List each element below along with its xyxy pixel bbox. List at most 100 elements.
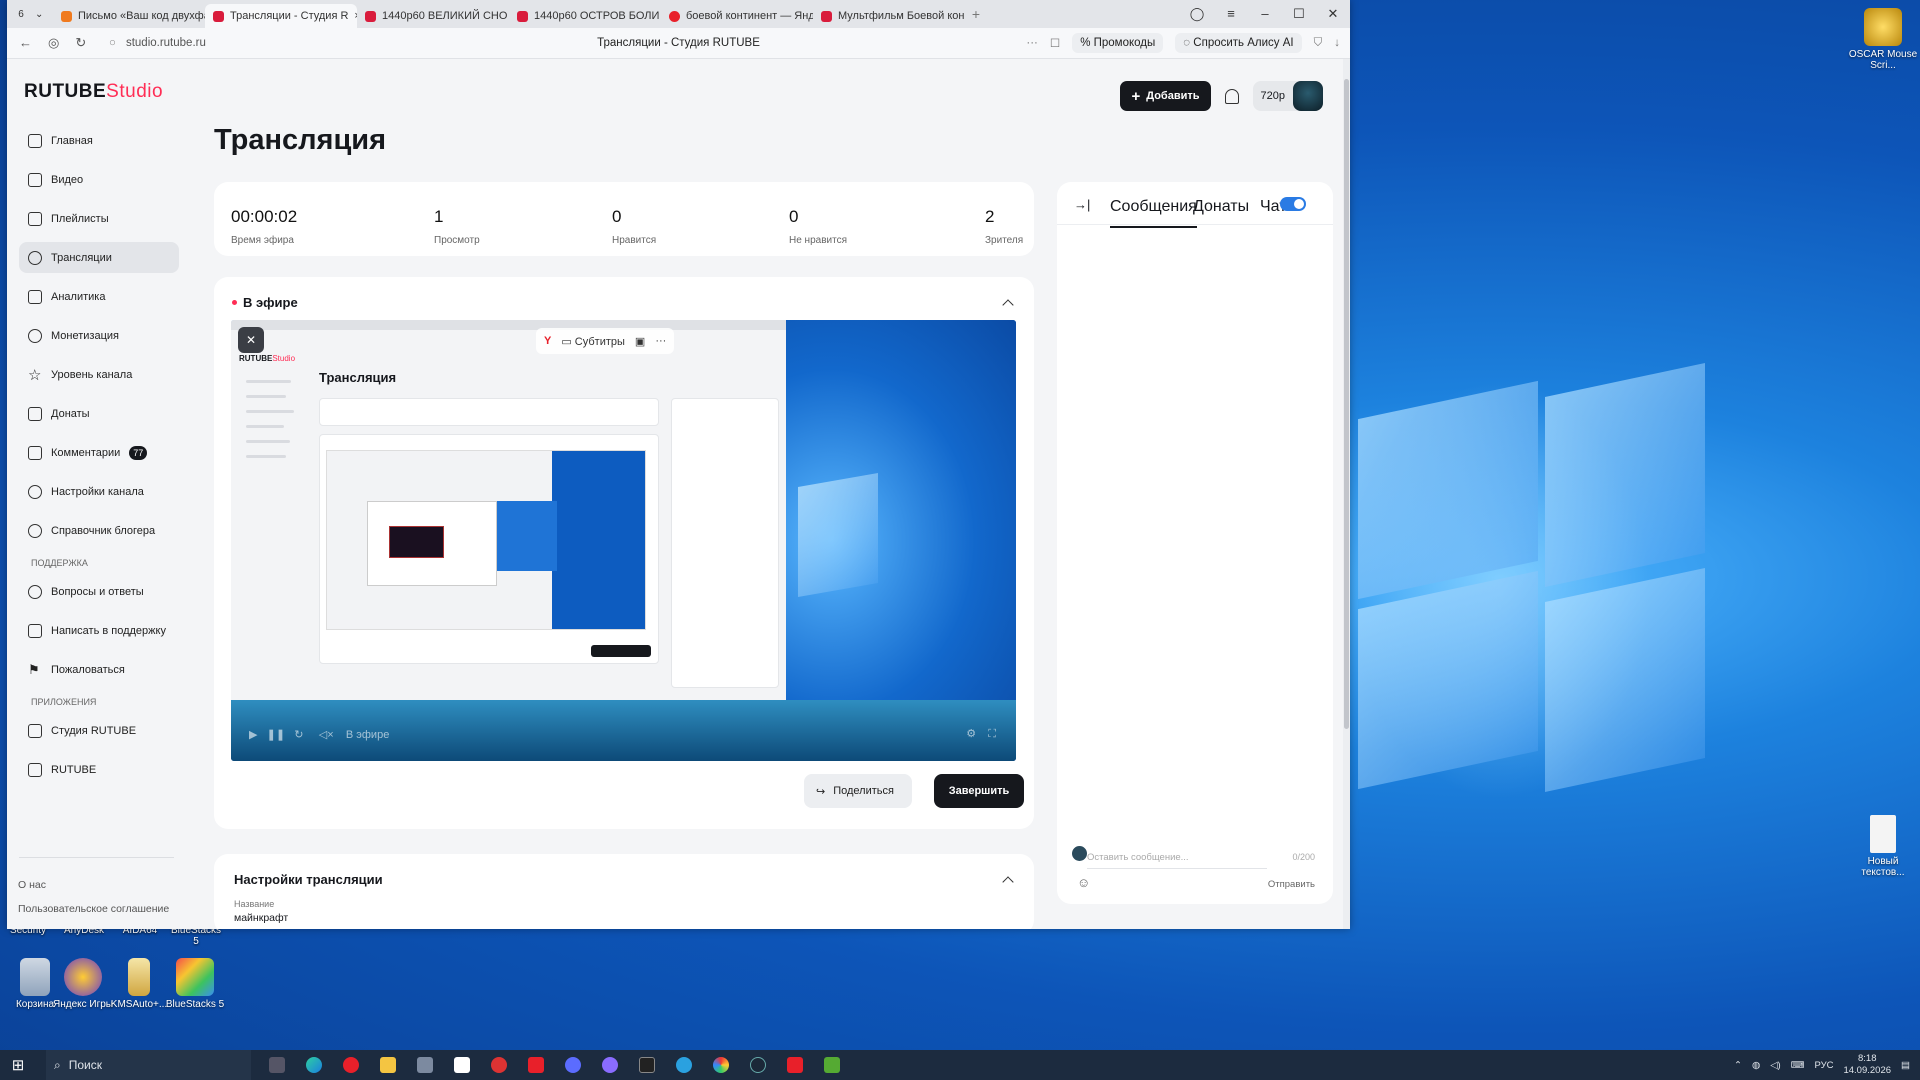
sidebar-item-analytics[interactable]: Аналитика: [19, 281, 179, 312]
edge-icon[interactable]: [306, 1057, 322, 1073]
reload-icon[interactable]: ↻: [75, 35, 86, 51]
scrollbar-thumb[interactable]: [1344, 79, 1349, 729]
volume-icon[interactable]: ◁): [1770, 1060, 1780, 1071]
sidebar-item-video[interactable]: Видео: [19, 164, 179, 195]
sidebar-item-blogger-guide[interactable]: Справочник блогера: [19, 515, 179, 546]
rutube-studio-logo[interactable]: RUTUBEStudio: [24, 81, 163, 103]
chrome-icon[interactable]: [713, 1057, 729, 1073]
sidebar-item-playlists[interactable]: Плейлисты: [19, 203, 179, 234]
explorer-icon[interactable]: [380, 1057, 396, 1073]
back-icon[interactable]: ←: [19, 35, 32, 51]
browser-tab[interactable]: Письмо «Ваш код двухфа: [53, 4, 205, 28]
steam-icon[interactable]: [750, 1057, 766, 1073]
download-icon[interactable]: ↓: [1334, 37, 1340, 49]
replay-icon[interactable]: ↻: [294, 729, 303, 741]
end-broadcast-button[interactable]: Завершить: [934, 774, 1024, 808]
emoji-icon[interactable]: ☺: [1077, 875, 1090, 890]
sidebar-item-report[interactable]: ⚑ Пожаловаться: [19, 654, 179, 685]
bell-icon[interactable]: [1224, 88, 1239, 104]
close-window-icon[interactable]: ✕: [1316, 0, 1350, 28]
browser-tab[interactable]: 1440p60 ВЕЛИКИЙ СНО: [357, 4, 509, 28]
fullscreen-icon[interactable]: ⛶: [988, 728, 996, 740]
page-scrollbar[interactable]: [1343, 59, 1350, 929]
pause-icon[interactable]: ❚❚: [267, 729, 285, 741]
sidebar-item-studio-app[interactable]: Студия RUTUBE: [19, 715, 179, 746]
minecraft-icon[interactable]: [824, 1057, 840, 1073]
sidebar-item-broadcasts[interactable]: Трансляции: [19, 242, 179, 273]
menu-icon[interactable]: ≡: [1214, 0, 1248, 28]
play-icon[interactable]: ▶: [249, 729, 257, 741]
avatar[interactable]: [1293, 81, 1323, 111]
volume-icon[interactable]: ◁×: [319, 729, 334, 741]
more-icon[interactable]: ···: [655, 335, 666, 347]
sidebar-item-comments[interactable]: Комментарии 77: [19, 437, 179, 468]
windows-start-icon[interactable]: ⊞: [0, 1056, 36, 1074]
sidebar-item-channel-level[interactable]: ☆ Уровень канала: [19, 359, 179, 390]
store-icon[interactable]: [454, 1057, 470, 1073]
network-icon[interactable]: ◍: [1752, 1060, 1760, 1071]
send-button[interactable]: Отправить: [1268, 879, 1315, 890]
browser-tab[interactable]: Мультфильм Боевой кон: [813, 4, 965, 28]
sidebar-item-write-support[interactable]: Написать в поддержку: [19, 615, 179, 646]
chat-message-input[interactable]: Оставить сообщение...: [1087, 852, 1267, 869]
keyboard-icon[interactable]: ⌨: [1791, 1060, 1805, 1071]
app-icon[interactable]: [491, 1057, 507, 1073]
sidebar-item-monetization[interactable]: Монетизация: [19, 320, 179, 351]
desktop-icon-bluestacks[interactable]: BlueStacks 5: [160, 958, 230, 1010]
protect-icon[interactable]: ◎: [48, 35, 59, 51]
app-icon[interactable]: [565, 1057, 581, 1073]
more-icon[interactable]: ···: [1026, 37, 1038, 49]
settings-icon[interactable]: ⚙: [966, 728, 976, 740]
footer-about-link[interactable]: О нас: [18, 879, 46, 891]
alice-button[interactable]: ◌ Спросить Алису AI: [1175, 33, 1302, 53]
promo-button[interactable]: % Промокоды: [1072, 33, 1164, 53]
sidebar-item-faq[interactable]: Вопросы и ответы: [19, 576, 179, 607]
tab-counter[interactable]: 6: [7, 9, 35, 20]
chevron-up-icon[interactable]: [1002, 299, 1014, 311]
extension-icon[interactable]: ⛉: [1314, 37, 1323, 50]
new-tab-icon[interactable]: +: [965, 6, 987, 22]
video-player[interactable]: RUTUBEStudio Трансляция ✕ Y ▭ Субтитры ▣…: [231, 320, 1016, 761]
browser-tab[interactable]: боевой континент — Янд: [661, 4, 813, 28]
yandex-browser-icon[interactable]: [343, 1057, 359, 1073]
browser-tab[interactable]: 1440p60 ОСТРОВ БОЛИ: [509, 4, 661, 28]
quality-avatar-box[interactable]: 720p: [1252, 81, 1323, 111]
chevron-down-icon[interactable]: ⌄: [35, 9, 53, 20]
share-button[interactable]: ↪ Поделиться: [804, 774, 912, 808]
profile-icon[interactable]: ◯: [1180, 0, 1214, 28]
pip-icon[interactable]: ▣: [635, 335, 645, 348]
browser-tab-active[interactable]: Трансляции - Студия R×: [205, 4, 357, 28]
subtitles-button[interactable]: ▭ Субтитры: [561, 335, 625, 348]
maximize-icon[interactable]: ☐: [1282, 0, 1316, 28]
footer-terms-link[interactable]: Пользовательское соглашение: [18, 903, 169, 915]
mute-icon[interactable]: ✕: [238, 327, 264, 353]
mail-icon[interactable]: [417, 1057, 433, 1073]
app-icon[interactable]: [602, 1057, 618, 1073]
bookmark-icon[interactable]: ☐: [1050, 36, 1060, 50]
minimize-icon[interactable]: –: [1248, 0, 1282, 28]
url-field[interactable]: studio.rutube.ru: [126, 37, 206, 49]
name-value[interactable]: майнкрафт: [234, 912, 288, 924]
yandex-icon[interactable]: [528, 1057, 544, 1073]
chevron-up-icon[interactable]: [1002, 876, 1014, 888]
telegram-icon[interactable]: [676, 1057, 692, 1073]
notification-icon[interactable]: ▤: [1901, 1060, 1910, 1071]
desktop-icon-oscar[interactable]: OSCAR Mouse Scri...: [1848, 8, 1918, 71]
add-button[interactable]: + Добавить: [1120, 81, 1211, 111]
task-view-icon[interactable]: [269, 1057, 285, 1073]
collapse-chat-icon[interactable]: →|: [1074, 197, 1090, 212]
language-indicator[interactable]: РУС: [1814, 1060, 1833, 1071]
tray-expand-icon[interactable]: ⌃: [1734, 1060, 1742, 1071]
tab-donations[interactable]: Донаты: [1193, 198, 1249, 216]
chat-toggle[interactable]: [1280, 197, 1306, 211]
sidebar-item-rutube-app[interactable]: RUTUBE: [19, 754, 179, 785]
yandex-icon[interactable]: [787, 1057, 803, 1073]
yandex-icon[interactable]: Y: [544, 335, 551, 347]
sidebar-item-home[interactable]: Главная: [19, 125, 179, 156]
sidebar-item-donations[interactable]: Донаты: [19, 398, 179, 429]
epic-games-icon[interactable]: [639, 1057, 655, 1073]
desktop-icon-text-file[interactable]: Новый текстов...: [1848, 815, 1918, 878]
taskbar-search[interactable]: ⌕ Поиск: [46, 1050, 251, 1080]
sidebar-item-channel-settings[interactable]: Настройки канала: [19, 476, 179, 507]
clock[interactable]: 8:18 14.09.2026: [1843, 1053, 1891, 1077]
